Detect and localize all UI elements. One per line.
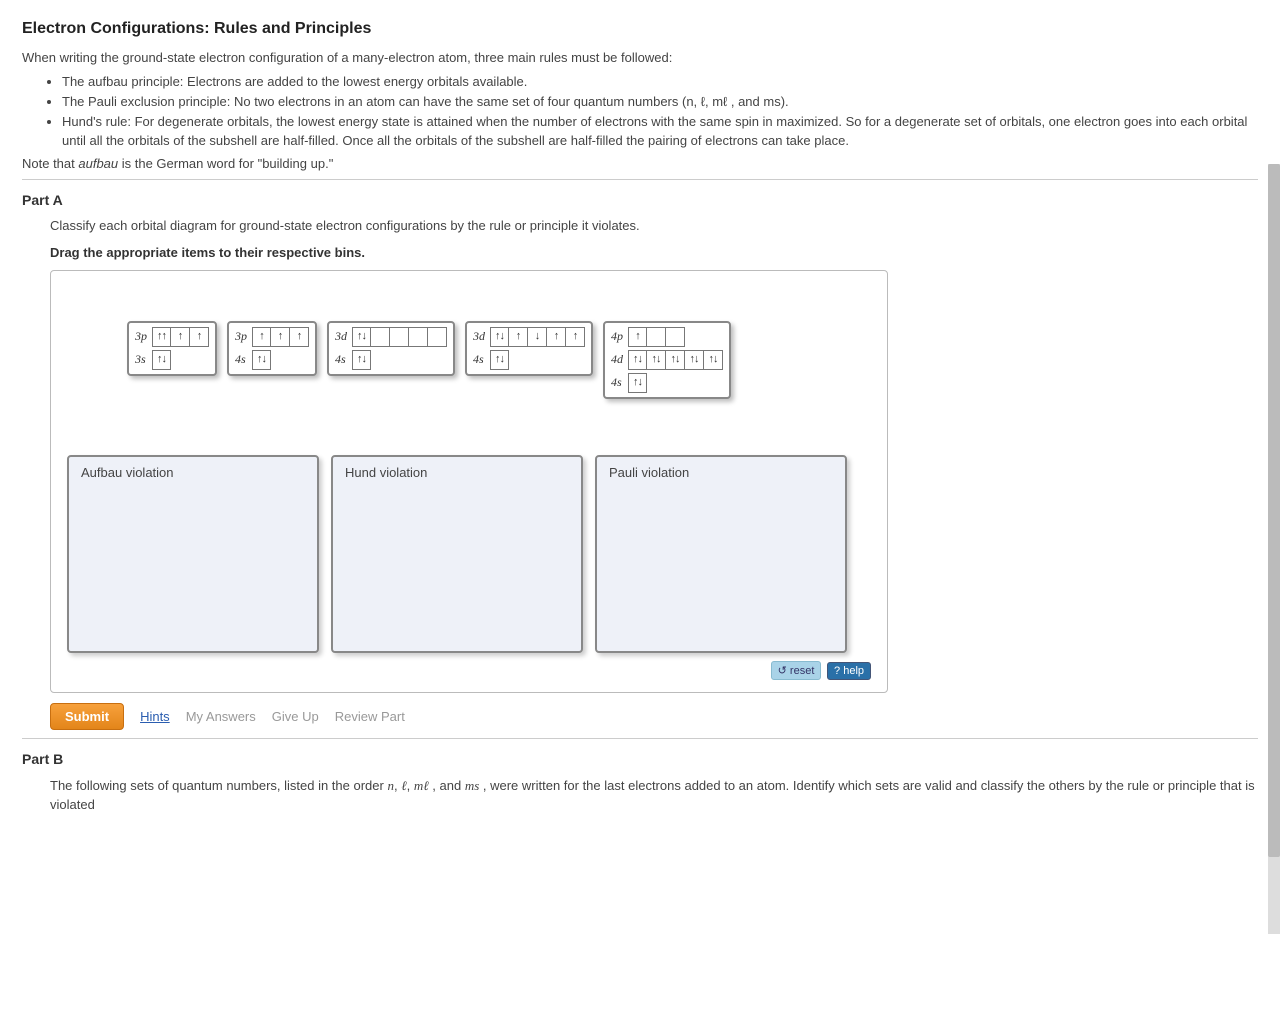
divider (22, 738, 1258, 739)
orbital-box (371, 327, 390, 347)
orbital-box: ↑↓ (490, 327, 509, 347)
part-a-header: Part A (22, 192, 1258, 208)
rule-item: The aufbau principle: Electrons are adde… (62, 73, 1258, 91)
drag-workspace: 3p↑↑↑↑3s↑↓3p↑↑↑4s↑↓3d↑↓4s↑↓3d↑↓↑↓↑↑4s↑↓4… (50, 270, 888, 693)
orbital-label: 4s (611, 375, 625, 390)
orbital-box: ↑ (190, 327, 209, 347)
intro-text: When writing the ground-state electron c… (22, 50, 1258, 65)
scroll-thumb[interactable] (1268, 164, 1280, 857)
rule-item: Hund's rule: For degenerate orbitals, th… (62, 113, 1258, 149)
bin-label: Hund violation (341, 463, 431, 482)
orbital-box: ↑ (566, 327, 585, 347)
orbital-label: 3d (473, 329, 487, 344)
orbital-box: ↑↓ (704, 350, 723, 370)
orbital-label: 3p (135, 329, 149, 344)
orbital-box (647, 327, 666, 347)
action-row: Submit Hints My Answers Give Up Review P… (50, 703, 1258, 730)
orbital-box: ↑ (171, 327, 190, 347)
orbital-label: 4s (235, 352, 249, 367)
bin-label: Aufbau violation (77, 463, 178, 482)
note-em: aufbau (78, 156, 118, 171)
orbital-label: 4s (335, 352, 349, 367)
page-title: Electron Configurations: Rules and Princ… (22, 20, 1258, 38)
orbital-item-4[interactable]: 4p↑4d↑↓↑↓↑↓↑↓↑↓4s↑↓ (603, 321, 731, 399)
scrollbar[interactable] (1268, 164, 1280, 934)
orbital-box: ↑ (290, 327, 309, 347)
bin-hund[interactable]: Hund violation (331, 455, 583, 653)
orbital-box: ↑↓ (352, 327, 371, 347)
rules-list: The aufbau principle: Electrons are adde… (62, 73, 1258, 150)
rule-item: The Pauli exclusion principle: No two el… (62, 93, 1258, 111)
note-text: Note that aufbau is the German word for … (22, 156, 1258, 171)
orbital-box: ↑↑ (152, 327, 171, 347)
part-b-text: The following sets of quantum numbers, l… (50, 777, 1258, 815)
drag-instruct: Drag the appropriate items to their resp… (50, 245, 1258, 260)
orbital-box: ↑↓ (490, 350, 509, 370)
orbital-label: 4d (611, 352, 625, 367)
orbital-item-0[interactable]: 3p↑↑↑↑3s↑↓ (127, 321, 217, 376)
orbital-box: ↑↓ (252, 350, 271, 370)
orbital-label: 4p (611, 329, 625, 344)
orbital-box: ↑↓ (628, 350, 647, 370)
orbital-box (409, 327, 428, 347)
orbital-item-2[interactable]: 3d↑↓4s↑↓ (327, 321, 455, 376)
part-a-instruct: Classify each orbital diagram for ground… (50, 218, 1258, 233)
orbital-box: ↑↓ (352, 350, 371, 370)
draggable-items-row: 3p↑↑↑↑3s↑↓3p↑↑↑4s↑↓3d↑↓4s↑↓3d↑↓↑↓↑↑4s↑↓4… (127, 321, 871, 399)
hints-link[interactable]: Hints (140, 709, 170, 724)
orbital-box: ↑ (547, 327, 566, 347)
orbital-box (666, 327, 685, 347)
help-button[interactable]: ? help (827, 662, 871, 680)
reset-button[interactable]: ↺ reset (771, 661, 822, 680)
orbital-box: ↑ (271, 327, 290, 347)
orbital-label: 3p (235, 329, 249, 344)
workspace-footer: ↺ reset ? help (67, 661, 871, 680)
divider (22, 179, 1258, 180)
orbital-box: ↑ (252, 327, 271, 347)
orbital-label: 3d (335, 329, 349, 344)
orbital-box: ↑ (509, 327, 528, 347)
give-up-link[interactable]: Give Up (272, 709, 319, 724)
orbital-box (390, 327, 409, 347)
bins-row: Aufbau violation Hund violation Pauli vi… (67, 455, 871, 653)
bin-label: Pauli violation (605, 463, 693, 482)
my-answers-link[interactable]: My Answers (186, 709, 256, 724)
orbital-box: ↑↓ (152, 350, 171, 370)
orbital-box: ↑↓ (666, 350, 685, 370)
orbital-label: 4s (473, 352, 487, 367)
orbital-box: ↑ (628, 327, 647, 347)
orbital-item-1[interactable]: 3p↑↑↑4s↑↓ (227, 321, 317, 376)
orbital-label: 3s (135, 352, 149, 367)
note-post: is the German word for "building up." (118, 156, 333, 171)
orbital-item-3[interactable]: 3d↑↓↑↓↑↑4s↑↓ (465, 321, 593, 376)
review-part-link[interactable]: Review Part (335, 709, 405, 724)
bin-aufbau[interactable]: Aufbau violation (67, 455, 319, 653)
note-pre: Note that (22, 156, 78, 171)
part-b-header: Part B (22, 751, 1258, 767)
submit-button[interactable]: Submit (50, 703, 124, 730)
bin-pauli[interactable]: Pauli violation (595, 455, 847, 653)
orbital-box (428, 327, 447, 347)
orbital-box: ↓ (528, 327, 547, 347)
orbital-box: ↑↓ (628, 373, 647, 393)
orbital-box: ↑↓ (647, 350, 666, 370)
orbital-box: ↑↓ (685, 350, 704, 370)
